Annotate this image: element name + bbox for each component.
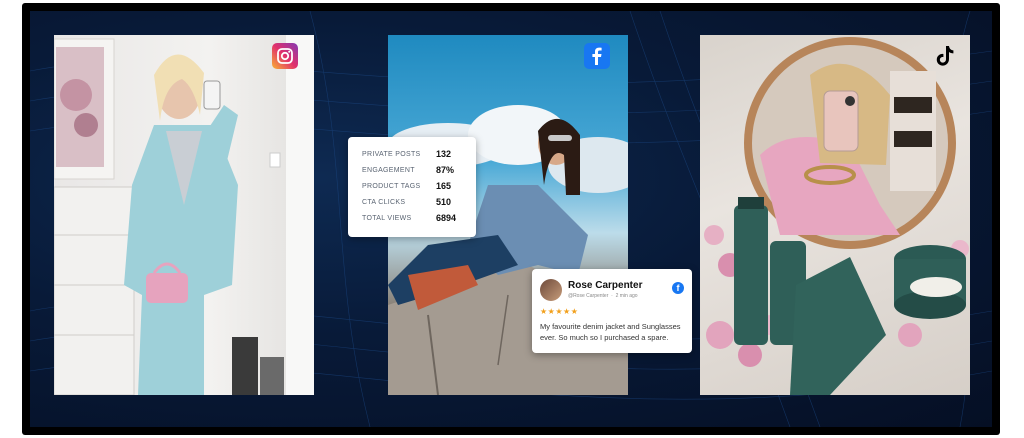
review-card[interactable]: Rose Carpenter @Rose Carpenter · 2 min a… <box>532 269 692 353</box>
stat-label: ENGAGEMENT <box>362 166 415 174</box>
stat-value: 165 <box>436 181 452 191</box>
reviewer-name: Rose Carpenter <box>568 280 643 291</box>
star-rating: ★★★★★ <box>540 307 579 316</box>
facebook-icon <box>584 43 610 69</box>
stats-card: PRIVATE POSTS 132 ENGAGEMENT 87% PRODUCT… <box>348 137 476 237</box>
stat-value: 132 <box>436 149 452 159</box>
stat-value: 6894 <box>436 213 457 223</box>
stat-label: PRODUCT TAGS <box>362 182 421 190</box>
stat-row: TOTAL VIEWS 6894 <box>362 211 466 225</box>
facebook-icon: f <box>672 282 684 294</box>
tiktok-photo[interactable] <box>700 35 970 395</box>
instagram-photo-illustration <box>54 35 314 395</box>
review-meta: @Rose Carpenter · 2 min ago <box>568 293 638 299</box>
stat-row: PRIVATE POSTS 132 <box>362 147 466 161</box>
showcase-background: PRIVATE POSTS 132 ENGAGEMENT 87% PRODUCT… <box>30 11 992 427</box>
instagram-icon <box>272 43 298 69</box>
review-text: My favourite denim jacket and Sunglasses… <box>540 322 681 342</box>
tiktok-photo-illustration <box>704 37 969 395</box>
stat-label: TOTAL VIEWS <box>362 214 412 222</box>
stat-value: 510 <box>436 197 452 207</box>
stat-label: PRIVATE POSTS <box>362 150 421 158</box>
showcase-frame: PRIVATE POSTS 132 ENGAGEMENT 87% PRODUCT… <box>22 3 1000 435</box>
review-time: 2 min ago <box>615 293 638 299</box>
stat-row: ENGAGEMENT 87% <box>362 163 466 177</box>
reviewer-handle: @Rose Carpenter <box>568 293 609 299</box>
tiktok-icon <box>932 43 958 69</box>
stat-label: CTA CLICKS <box>362 198 406 206</box>
instagram-photo[interactable] <box>54 35 314 395</box>
stat-row: PRODUCT TAGS 165 <box>362 179 466 193</box>
stat-row: CTA CLICKS 510 <box>362 195 466 209</box>
stat-value: 87% <box>436 165 455 175</box>
avatar <box>540 279 562 301</box>
